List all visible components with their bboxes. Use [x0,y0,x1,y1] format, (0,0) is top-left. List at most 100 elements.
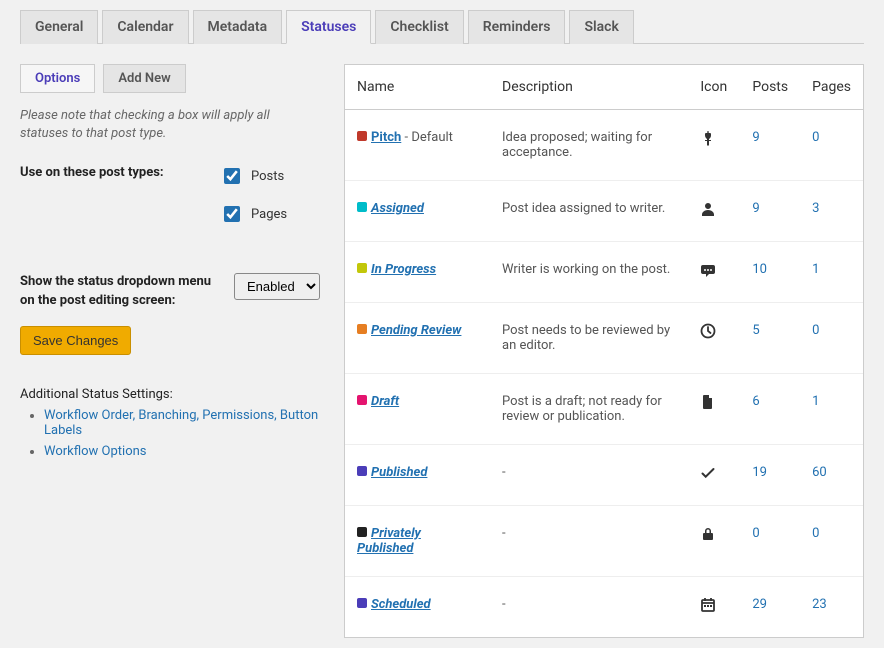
checkbox-pages-input[interactable] [224,206,240,222]
table-row: Pitch - DefaultIdea proposed; waiting fo… [345,110,863,181]
table-row: In Progress Writer is working on the post… [345,242,863,303]
subtabs: Options Add New [20,64,320,93]
pages-count-link[interactable]: 1 [812,394,819,409]
check-icon [688,445,740,506]
status-color-swatch [357,466,367,476]
additional-settings-heading: Additional Status Settings: [20,387,320,402]
pages-count: 0 [800,506,863,577]
status-description: - [490,445,688,506]
th-description[interactable]: Description [490,65,688,110]
pages-count: 1 [800,242,863,303]
posts-count: 29 [740,577,800,638]
posts-count-link[interactable]: 9 [752,130,759,145]
th-pages[interactable]: Pages [800,65,863,110]
pages-count-link[interactable]: 0 [812,323,819,338]
dropdown-label: Show the status dropdown menu on the pos… [20,273,218,309]
status-name-cell: In Progress [345,242,490,303]
tab-calendar[interactable]: Calendar [102,10,188,44]
pages-count: 1 [800,374,863,445]
status-name-link[interactable]: Published [371,465,427,480]
status-description: Post needs to be reviewed by an editor. [490,303,688,374]
pin-icon [688,110,740,181]
status-color-swatch [357,202,367,212]
posts-count-link[interactable]: 9 [752,201,759,216]
additional-link: Workflow Options [44,444,320,459]
pages-count-link[interactable]: 0 [812,526,819,541]
table-row: Published - 19 60 [345,445,863,506]
posts-count-link[interactable]: 0 [752,526,759,541]
th-icon[interactable]: Icon [688,65,740,110]
status-color-swatch [357,395,367,405]
pages-count-link[interactable]: 3 [812,201,819,216]
subtab-add-new[interactable]: Add New [103,64,185,93]
pages-count-link[interactable]: 1 [812,262,819,277]
subtab-options[interactable]: Options [20,64,95,93]
status-description: Post is a draft; not ready for review or… [490,374,688,445]
calendar-icon [688,577,740,638]
checkbox-pages[interactable]: Pages [220,203,320,225]
table-row: Assigned Post idea assigned to writer. 9 3 [345,181,863,242]
status-name-cell: Pitch - Default [345,110,490,181]
th-name[interactable]: Name [345,65,490,110]
additional-settings-list: Workflow Order, Branching, Permissions, … [20,408,320,459]
clock-icon [688,303,740,374]
status-color-swatch [357,527,367,537]
status-name-link[interactable]: In Progress [371,262,436,277]
posts-count-link[interactable]: 5 [752,323,759,338]
status-description: - [490,506,688,577]
posts-count: 6 [740,374,800,445]
status-dropdown-select[interactable]: Enabled [234,273,320,300]
th-posts[interactable]: Posts [740,65,800,110]
status-description: Post idea assigned to writer. [490,181,688,242]
chat-icon [688,242,740,303]
status-name-cell: Pending Review [345,303,490,374]
tab-slack[interactable]: Slack [569,10,633,44]
posts-count-link[interactable]: 6 [752,394,759,409]
posts-count-link[interactable]: 10 [752,262,767,277]
user-icon [688,181,740,242]
status-description: Writer is working on the post. [490,242,688,303]
tab-checklist[interactable]: Checklist [375,10,463,44]
pages-count-link[interactable]: 0 [812,130,819,145]
pages-count: 23 [800,577,863,638]
doc-icon [688,374,740,445]
status-name-cell: Scheduled [345,577,490,638]
additional-link-anchor[interactable]: Workflow Options [44,444,147,459]
main-tabs: GeneralCalendarMetadataStatusesChecklist… [20,10,864,44]
posts-count-link[interactable]: 29 [752,597,767,612]
posts-count-link[interactable]: 19 [752,465,767,480]
posts-count: 9 [740,181,800,242]
status-table-panel: Name Description Icon Posts Pages Pitch … [344,64,864,638]
checkbox-posts-input[interactable] [224,168,240,184]
checkbox-posts[interactable]: Posts [220,165,320,187]
posts-count: 9 [740,110,800,181]
pages-count-link[interactable]: 60 [812,465,827,480]
tab-reminders[interactable]: Reminders [468,10,566,44]
status-name-link[interactable]: Scheduled [371,597,431,612]
status-color-swatch [357,324,367,334]
status-name-link[interactable]: Pending Review [371,323,461,338]
status-name-link[interactable]: Assigned [371,201,424,216]
posts-count: 19 [740,445,800,506]
pages-count-link[interactable]: 23 [812,597,827,612]
additional-link-anchor[interactable]: Workflow Order, Branching, Permissions, … [44,408,318,438]
status-color-swatch [357,263,367,273]
status-color-swatch [357,131,367,141]
tab-general[interactable]: General [20,10,98,44]
tab-metadata[interactable]: Metadata [193,10,283,44]
settings-panel: Options Add New Please note that checkin… [20,64,320,638]
pages-count: 0 [800,303,863,374]
status-name-cell: Draft [345,374,490,445]
save-changes-button[interactable]: Save Changes [20,326,131,355]
additional-link: Workflow Order, Branching, Permissions, … [44,408,320,438]
pages-count: 0 [800,110,863,181]
tab-statuses[interactable]: Statuses [286,10,371,44]
status-name-link[interactable]: Pitch [371,130,401,145]
status-name-link[interactable]: Draft [371,394,399,409]
default-tag: - Default [401,130,453,145]
table-row: Draft Post is a draft; not ready for revi… [345,374,863,445]
pages-count: 3 [800,181,863,242]
status-table: Name Description Icon Posts Pages Pitch … [345,65,863,637]
lock-icon [688,506,740,577]
status-color-swatch [357,598,367,608]
